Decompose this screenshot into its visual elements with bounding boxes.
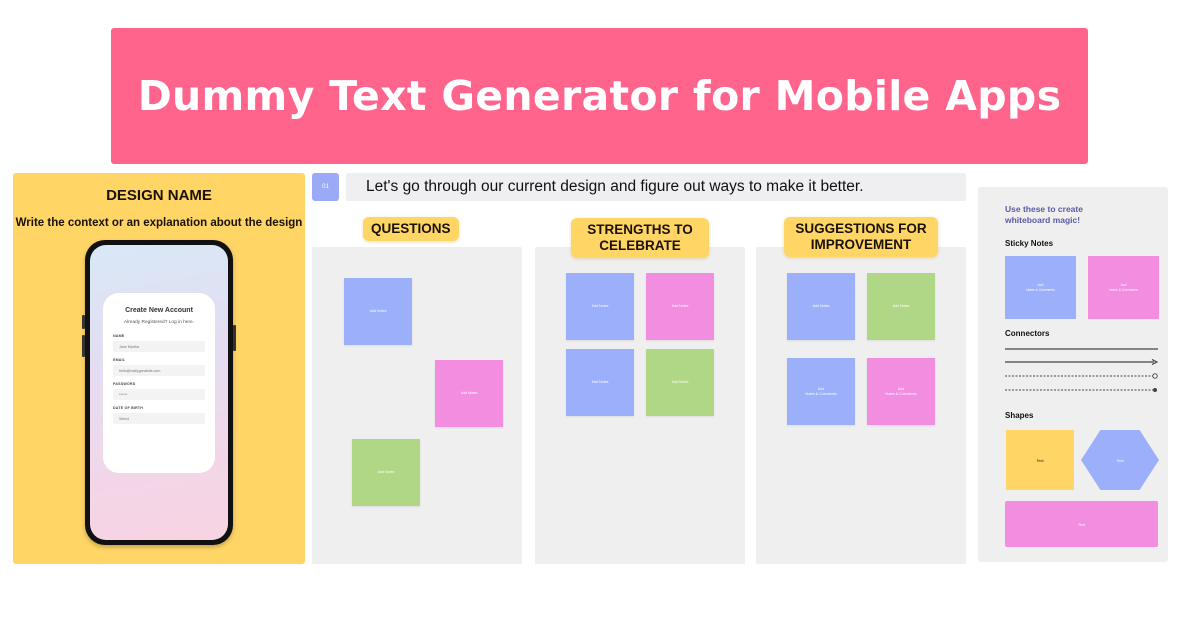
sticky-note-text: Add Notes — [591, 304, 609, 308]
shape-hexagon[interactable]: Text — [1081, 430, 1159, 490]
design-description[interactable]: Write the context or an explanation abou… — [13, 217, 305, 229]
connector-dashed-dot-end[interactable] — [1005, 387, 1158, 393]
email-field[interactable]: hello@reallygreatsite.com — [113, 365, 205, 376]
step-number-badge: 01 — [312, 173, 339, 201]
sticky-notes-heading: Sticky Notes — [1005, 239, 1054, 248]
phone-side-button — [82, 315, 85, 329]
connector-arrow-line[interactable] — [1005, 359, 1158, 365]
dob-label: DATE OF BIRTH — [113, 406, 144, 410]
phone-screen: Create New Account Already Registered? L… — [90, 245, 228, 540]
password-label: PASSWORD — [113, 382, 136, 386]
step-instruction-text[interactable]: Let's go through our current design and … — [366, 178, 864, 196]
sticky-note-text: Notes & Comments — [1026, 287, 1055, 292]
kit-sticky-note[interactable]: Add Notes & Comments — [1088, 256, 1159, 319]
sticky-note-text: Add Notes — [377, 470, 395, 474]
shapes-heading: Shapes — [1005, 411, 1034, 420]
kit-title: Use these to create whiteboard magic! — [1005, 204, 1083, 225]
sticky-note-text: Notes & Comments — [805, 391, 837, 396]
sticky-note[interactable]: Add Notes — [435, 360, 503, 427]
phone-side-button — [233, 325, 236, 351]
elements-kit-panel: Use these to create whiteboard magic! St… — [978, 187, 1168, 562]
signup-form-card: Create New Account Already Registered? L… — [103, 293, 215, 473]
sticky-note[interactable]: Add Notes — [566, 273, 634, 340]
connector-dashed-circle-end[interactable] — [1005, 373, 1158, 379]
shape-label: Text — [1036, 457, 1044, 463]
kit-sticky-note[interactable]: Add Notes & Comments — [1005, 256, 1076, 319]
dob-field[interactable]: Select — [113, 413, 205, 424]
connector-plain-line[interactable] — [1005, 346, 1158, 352]
sticky-note[interactable]: Add Notes — [352, 439, 420, 506]
sticky-note-text: Add Notes — [671, 380, 689, 384]
column-header-questions[interactable]: QUESTIONS — [363, 217, 459, 241]
form-title: Create New Account — [125, 307, 193, 314]
sticky-note-text: Add Notes — [460, 391, 478, 395]
shape-label: Text — [1116, 457, 1124, 463]
sticky-note[interactable]: Add Notes & Comments — [867, 358, 935, 425]
design-name[interactable]: DESIGN NAME — [13, 187, 305, 204]
shape-label: Text — [1077, 521, 1086, 527]
password-field[interactable]: ****** — [113, 389, 205, 400]
sticky-note[interactable]: Add Notes — [867, 273, 935, 340]
banner-title: Dummy Text Generator for Mobile Apps — [137, 72, 1062, 120]
sticky-note-text: Add Notes — [369, 309, 387, 313]
shape-square[interactable]: Text — [1006, 430, 1074, 490]
sticky-note-text: Add Notes — [892, 304, 910, 308]
column-header-suggestions[interactable]: SUGGESTIONS FOR IMPROVEMENT — [784, 217, 938, 257]
title-banner: Dummy Text Generator for Mobile Apps — [111, 28, 1088, 164]
login-link[interactable]: Already Registered? Log in here. — [113, 320, 205, 325]
design-panel: DESIGN NAME Write the context or an expl… — [13, 173, 305, 564]
phone-side-button — [82, 335, 85, 357]
column-suggestions: Add Notes Add Notes Add Notes & Comments… — [756, 247, 966, 564]
name-field[interactable]: Jane Martha — [113, 341, 205, 352]
email-label: EMAIL — [113, 358, 126, 362]
shape-rectangle[interactable]: Text — [1005, 501, 1158, 547]
sticky-note[interactable]: Add Notes — [787, 273, 855, 340]
connectors-heading: Connectors — [1005, 329, 1050, 338]
column-strengths: Add Notes Add Notes Add Notes Add Notes — [535, 247, 745, 564]
sticky-note[interactable]: Add Notes — [344, 278, 412, 345]
phone-mockup: Create New Account Already Registered? L… — [82, 240, 236, 545]
sticky-note[interactable]: Add Notes — [566, 349, 634, 416]
column-header-strengths[interactable]: STRENGTHS TO CELEBRATE — [571, 218, 709, 258]
sticky-note-text: Add Notes — [812, 304, 830, 308]
column-questions: Add Notes Add Notes Add Notes — [312, 247, 522, 564]
sticky-note[interactable]: Add Notes — [646, 273, 714, 340]
sticky-note[interactable]: Add Notes — [646, 349, 714, 416]
sticky-note-text: Add Notes — [671, 304, 689, 308]
sticky-note-text: Notes & Comments — [885, 391, 917, 396]
name-label: NAME — [113, 334, 125, 338]
sticky-note[interactable]: Add Notes & Comments — [787, 358, 855, 425]
sticky-note-text: Add Notes — [591, 380, 609, 384]
sticky-note-text: Notes & Comments — [1109, 287, 1138, 292]
step-instruction: Let's go through our current design and … — [346, 173, 966, 201]
